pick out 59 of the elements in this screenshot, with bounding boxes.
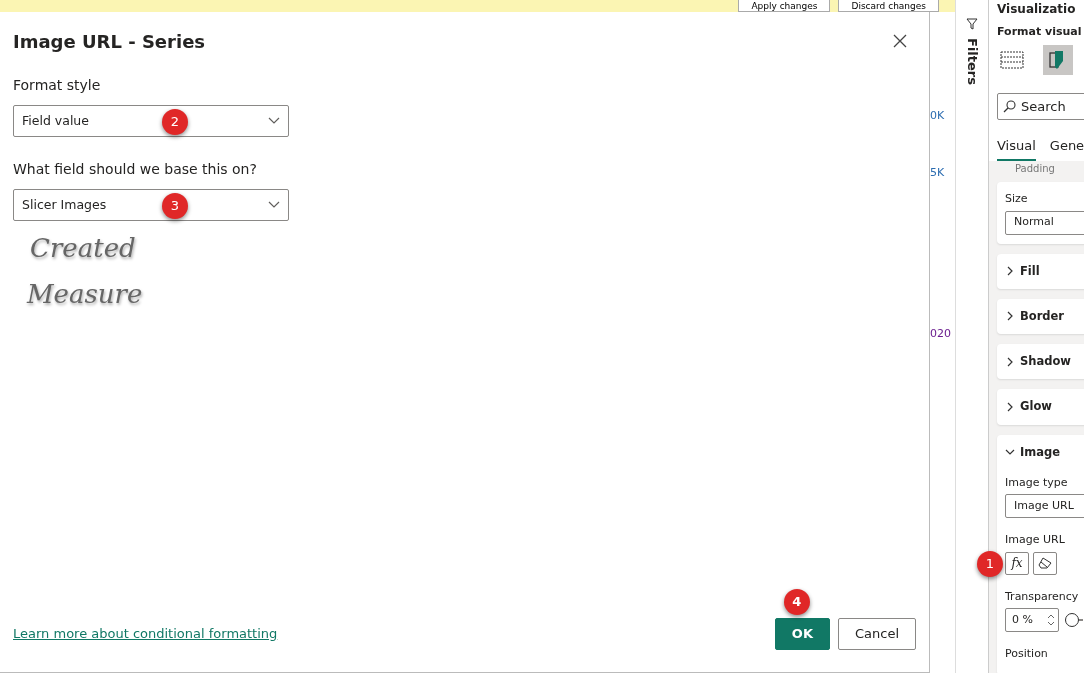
learn-more-link[interactable]: Learn more about conditional formatting — [13, 624, 278, 644]
up-down-arrows-icon — [1047, 613, 1055, 628]
section-title[interactable]: Image — [1020, 443, 1061, 461]
dropdown-value: Image URL — [1014, 498, 1074, 514]
chevron-right-icon[interactable] — [1005, 401, 1015, 412]
step-number-marker: 3 — [162, 193, 188, 219]
dropdown-value: Normal — [1014, 214, 1054, 231]
section-title[interactable]: Glow — [1020, 398, 1052, 416]
dropdown-field[interactable]: Image URL — [1005, 494, 1084, 519]
pane-tab[interactable]: Gene — [1049, 135, 1084, 161]
setting-label: Transparency — [1005, 588, 1080, 605]
pane-title: Visualizatio — [997, 1, 1076, 18]
chevron-down-icon — [268, 117, 280, 125]
dropdown-field[interactable]: Field value 2 — [13, 105, 289, 137]
pane-subtitle: Format visual — [997, 24, 1082, 40]
field-label: Format style — [13, 76, 102, 95]
step-number-marker: 1 — [977, 551, 1003, 577]
slider-track[interactable] — [1065, 613, 1083, 628]
section-title[interactable]: Fill — [1020, 262, 1040, 280]
pane-tab[interactable]: Visual — [997, 135, 1036, 161]
section-title[interactable]: Shadow — [1020, 353, 1071, 371]
chevron-down-icon — [268, 201, 280, 209]
slider-thumb[interactable] — [1065, 613, 1079, 628]
dropdown-field[interactable]: Slicer Images 3 — [13, 189, 289, 221]
chevron-right-icon[interactable] — [1005, 311, 1015, 322]
grid-icon — [1000, 50, 1024, 69]
setting-label: Image type — [1005, 474, 1069, 491]
search-field[interactable]: Search — [997, 92, 1084, 120]
search-icon — [1003, 99, 1016, 113]
setting-label: Image URL — [1005, 532, 1066, 549]
spinner-value: 0 % — [1012, 612, 1033, 628]
dialog-title: Image URL - Series — [13, 30, 206, 54]
axis-label: 0K — [930, 108, 945, 124]
step-number-marker: 2 — [162, 109, 188, 135]
setting-label: Position — [1005, 646, 1049, 663]
toolbar-button[interactable]: Discard changes — [838, 0, 939, 12]
section-title[interactable]: Border — [1020, 307, 1065, 325]
axis-label: 020 — [930, 326, 951, 342]
funnel-icon — [966, 18, 978, 30]
setting-label: Size — [1005, 191, 1029, 207]
axis-label: 5K — [930, 165, 945, 181]
step-number-marker: 4 — [783, 589, 810, 615]
dropdown-value: Field value — [22, 111, 89, 130]
cancel-button[interactable]: Cancel — [837, 618, 916, 650]
chevron-right-icon[interactable] — [1005, 266, 1015, 277]
filters-title[interactable]: Filters — [962, 38, 982, 85]
handwritten-note: Created Measure — [25, 232, 144, 311]
number-spinner[interactable]: 0 % — [1005, 608, 1059, 633]
fx-button[interactable]: fx — [1005, 551, 1029, 575]
toolbar-button[interactable]: Apply changes — [738, 0, 831, 12]
close-icon[interactable] — [893, 34, 907, 48]
dropdown-value: Slicer Images — [22, 195, 107, 214]
section-label: Padding — [1015, 162, 1056, 176]
dropdown-field[interactable]: Normal — [1005, 210, 1084, 235]
eraser-icon — [1038, 557, 1052, 570]
field-label: What field should we base this on? — [13, 160, 258, 179]
chevron-right-icon[interactable] — [1005, 356, 1015, 367]
format-brush-button[interactable] — [1043, 44, 1073, 75]
eraser-button[interactable] — [1033, 551, 1057, 575]
